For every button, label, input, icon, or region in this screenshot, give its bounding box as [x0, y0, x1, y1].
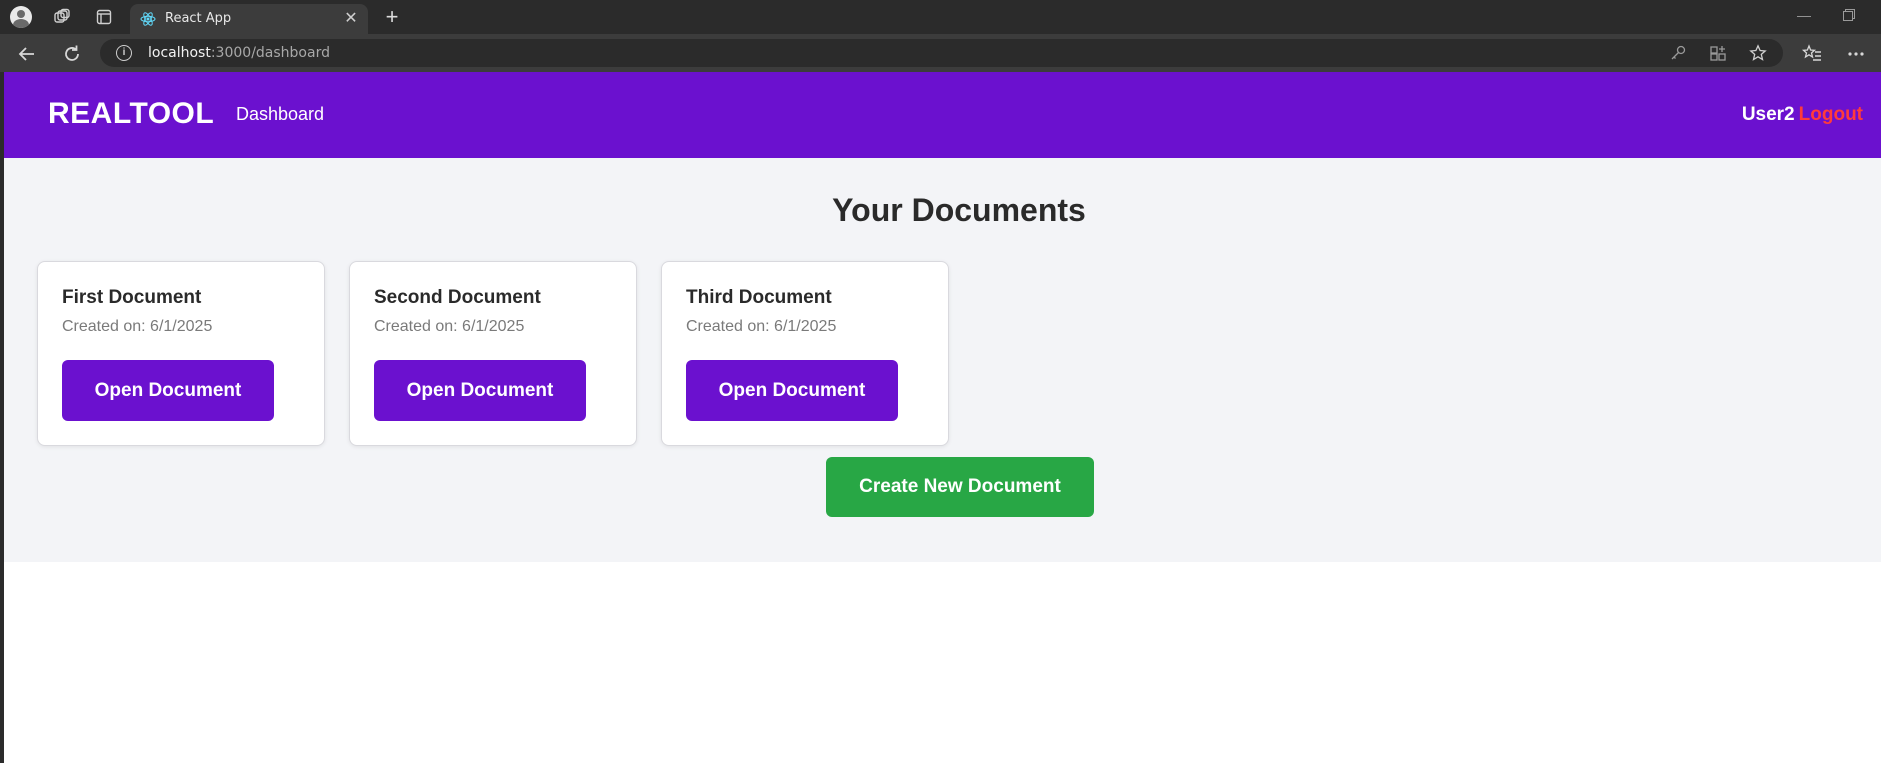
logout-link[interactable]: Logout: [1799, 104, 1863, 125]
page-title: Your Documents: [832, 192, 1086, 228]
user-area: User2 Logout: [1742, 104, 1863, 126]
document-title: Third Document: [686, 287, 832, 308]
document-card: Second Document Created on: 6/1/2025 Ope…: [349, 261, 637, 446]
open-document-button[interactable]: Open Document: [686, 360, 898, 421]
address-bar[interactable]: i localhost:3000/dashboard: [100, 39, 1783, 67]
create-document-button[interactable]: Create New Document: [826, 457, 1094, 517]
dashboard-content: Your Documents First Document Created on…: [4, 158, 1881, 562]
react-logo-icon: [140, 11, 156, 27]
key-icon[interactable]: [1669, 44, 1687, 62]
app-navbar: REALTOOL Dashboard User2 Logout: [4, 72, 1881, 158]
document-created-date: Created on: 6/1/2025: [686, 318, 837, 335]
document-title: Second Document: [374, 287, 541, 308]
site-info-icon[interactable]: i: [116, 45, 132, 61]
document-card: First Document Created on: 6/1/2025 Open…: [37, 261, 325, 446]
close-tab-icon[interactable]: ✕: [342, 10, 360, 28]
username: User2: [1741, 104, 1795, 125]
browser-tab[interactable]: React App ✕: [130, 4, 368, 34]
open-document-button[interactable]: Open Document: [374, 360, 586, 421]
page-viewport: REALTOOL Dashboard User2 Logout Your Docu…: [4, 72, 1881, 763]
tab-title: React App: [165, 11, 232, 26]
more-options-icon[interactable]: [1845, 43, 1867, 65]
url-path: :3000/dashboard: [210, 45, 330, 61]
app-install-icon[interactable]: [1709, 44, 1727, 62]
browser-tab-strip: React App ✕ + —: [0, 0, 1881, 34]
back-arrow-icon[interactable]: [16, 43, 38, 65]
nav-link-dashboard[interactable]: Dashboard: [236, 104, 324, 125]
document-created-date: Created on: 6/1/2025: [374, 318, 525, 335]
document-created-date: Created on: 6/1/2025: [62, 318, 213, 335]
favorites-icon[interactable]: [1801, 43, 1823, 65]
restore-window-icon[interactable]: [1843, 8, 1855, 21]
browser-toolbar: i localhost:3000/dashboard: [0, 34, 1881, 72]
favorite-star-icon[interactable]: [1749, 44, 1767, 62]
document-title: First Document: [62, 287, 202, 308]
workspaces-icon[interactable]: [50, 5, 74, 29]
tab-actions-icon[interactable]: [92, 5, 116, 29]
new-tab-icon[interactable]: +: [380, 5, 404, 29]
brand-logo[interactable]: REALTOOL: [48, 97, 214, 131]
url-host: localhost: [148, 45, 211, 61]
open-document-button[interactable]: Open Document: [62, 360, 274, 421]
document-card: Third Document Created on: 6/1/2025 Open…: [661, 261, 949, 446]
minimize-window-icon[interactable]: —: [1797, 7, 1811, 23]
url-text[interactable]: localhost:3000/dashboard: [148, 45, 330, 61]
reload-icon[interactable]: [61, 43, 83, 65]
profile-icon[interactable]: [9, 5, 33, 29]
